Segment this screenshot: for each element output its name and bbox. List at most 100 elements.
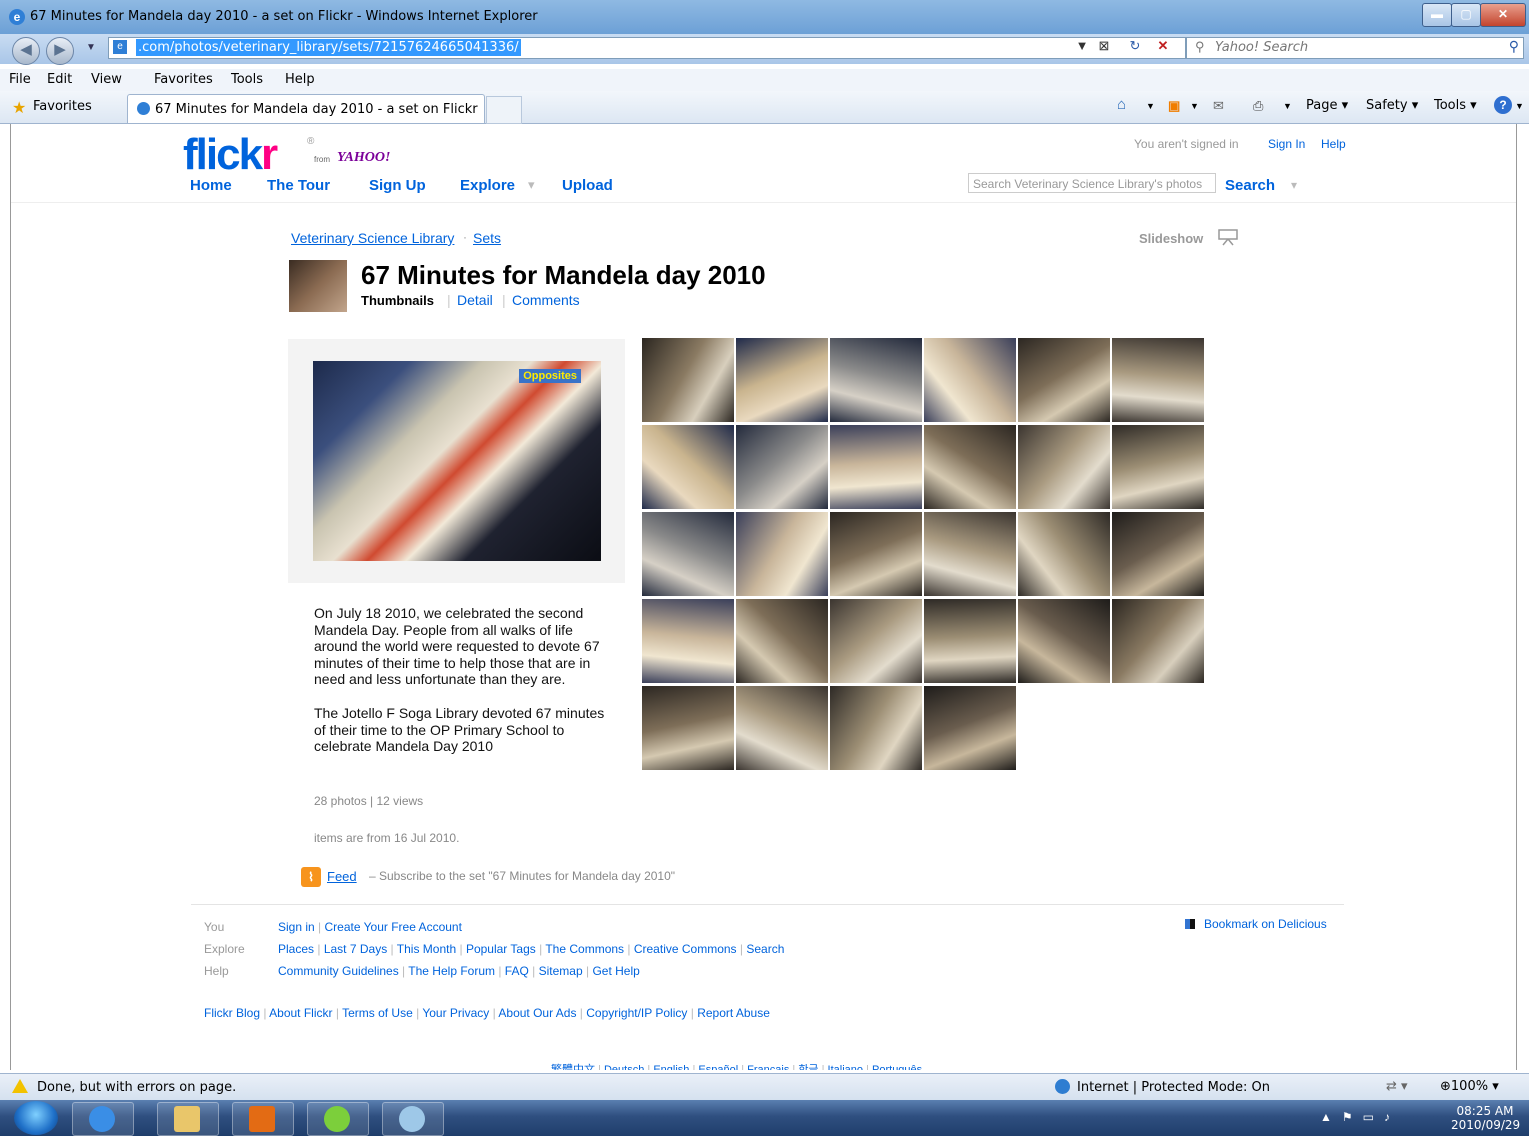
favorites-button[interactable]: Favorites (33, 99, 92, 114)
page-menu[interactable]: Page ▾ (1306, 98, 1348, 113)
photo-thumbnail[interactable] (736, 599, 828, 683)
photo-thumbnail[interactable] (830, 512, 922, 596)
read-mail-icon[interactable]: ✉ (1213, 98, 1224, 114)
footer-link[interactable]: Sign in (278, 920, 315, 934)
footer-link[interactable]: Get Help (592, 964, 639, 978)
rss-feed-icon[interactable]: ⌇ (301, 867, 321, 887)
footer-link[interactable]: Popular Tags (466, 942, 536, 956)
photo-thumbnail[interactable] (924, 686, 1016, 770)
breadcrumb-owner[interactable]: Veterinary Science Library (291, 230, 454, 246)
search-go-icon[interactable]: ⚲ (1509, 38, 1519, 55)
nav-the-tour[interactable]: The Tour (267, 177, 330, 194)
photo-thumbnail[interactable] (736, 686, 828, 770)
photo-thumbnail[interactable] (830, 338, 922, 422)
minimize-button[interactable]: ▬ (1422, 3, 1452, 27)
nav-upload[interactable]: Upload (562, 177, 613, 194)
favorites-star-icon[interactable]: ★ (12, 98, 26, 117)
footer-link[interactable]: Community Guidelines (278, 964, 399, 978)
footer-link[interactable]: The Commons (545, 942, 624, 956)
slideshow-link[interactable]: Slideshow (1139, 231, 1203, 246)
flickr-search-input[interactable]: Search Veterinary Science Library's phot… (968, 173, 1216, 193)
search-dropdown-icon[interactable]: ▾ (1291, 178, 1297, 192)
flickr-search-button[interactable]: Search (1225, 177, 1275, 194)
taskbar-ie-button[interactable] (72, 1102, 134, 1136)
photo-thumbnail[interactable] (642, 338, 734, 422)
security-zone[interactable]: Internet | Protected Mode: On (1077, 1080, 1270, 1095)
footer-link[interactable]: About Flickr (269, 1006, 332, 1020)
slideshow-icon[interactable] (1218, 228, 1238, 246)
breadcrumb-sets[interactable]: Sets (473, 230, 501, 246)
compatibility-view-icon[interactable]: ⊠ (1094, 36, 1114, 56)
photo-thumbnail[interactable] (642, 425, 734, 509)
photo-thumbnail[interactable] (1112, 512, 1204, 596)
close-button[interactable]: ✕ (1480, 3, 1526, 27)
home-icon[interactable]: ⌂ (1117, 96, 1126, 113)
photo-thumbnail[interactable] (1112, 425, 1204, 509)
tools-menu[interactable]: Tools ▾ (1434, 98, 1477, 113)
address-input[interactable]: e .com/photos/veterinary_library/sets/72… (108, 37, 1186, 59)
footer-link[interactable]: Español (698, 1064, 738, 1070)
zoom-level[interactable]: ⊕100% ▾ (1440, 1079, 1499, 1094)
menu-favorites[interactable]: Favorites (154, 72, 213, 87)
help-icon[interactable]: ? (1494, 96, 1512, 114)
photo-thumbnail[interactable] (924, 512, 1016, 596)
footer-link[interactable]: Report Abuse (697, 1006, 770, 1020)
footer-link[interactable]: Places (278, 942, 314, 956)
home-dropdown-icon[interactable]: ▼ (1146, 101, 1155, 111)
safety-menu[interactable]: Safety ▾ (1366, 98, 1418, 113)
footer-link[interactable]: About Our Ads (498, 1006, 576, 1020)
taskbar-explorer-button[interactable] (157, 1102, 219, 1136)
footer-link[interactable]: Search (746, 942, 784, 956)
print-dropdown-icon[interactable]: ▼ (1283, 101, 1292, 111)
tab-active[interactable]: 67 Minutes for Mandela day 2010 - a set … (127, 94, 485, 123)
taskbar-clock[interactable]: 08:25 AM 2010/09/29 (1451, 1104, 1520, 1132)
address-dropdown-icon[interactable]: ▼ (1072, 36, 1092, 56)
photo-thumbnail[interactable] (924, 425, 1016, 509)
address-url[interactable]: .com/photos/veterinary_library/sets/7215… (136, 39, 521, 56)
flickr-logo[interactable]: flickr (183, 130, 278, 180)
protected-mode-icon[interactable]: ⇄ ▾ (1386, 1079, 1408, 1094)
tab-thumbnails[interactable]: Thumbnails (361, 293, 434, 308)
forward-button[interactable]: ▶ (46, 37, 74, 65)
help-dropdown-icon[interactable]: ▼ (1515, 101, 1524, 111)
start-button[interactable] (14, 1101, 58, 1135)
photo-thumbnail[interactable] (642, 686, 734, 770)
footer-link[interactable]: Português (872, 1064, 922, 1070)
nav-sign-up[interactable]: Sign Up (369, 177, 426, 194)
footer-link[interactable]: 한글 (798, 1064, 818, 1070)
footer-link[interactable]: Your Privacy (422, 1006, 489, 1020)
refresh-icon[interactable]: ↻ (1125, 36, 1145, 56)
photo-thumbnail[interactable] (1018, 338, 1110, 422)
menu-view[interactable]: View (91, 72, 122, 87)
help-link[interactable]: Help (1321, 137, 1346, 151)
footer-link[interactable]: Français (747, 1064, 789, 1070)
footer-link[interactable]: Last 7 Days (324, 942, 387, 956)
bookmark-delicious-link[interactable]: Bookmark on Delicious (1204, 917, 1327, 931)
footer-link[interactable]: Sitemap (539, 964, 583, 978)
photo-thumbnail[interactable] (830, 686, 922, 770)
photo-thumbnail[interactable] (736, 338, 828, 422)
menu-file[interactable]: File (9, 72, 31, 87)
tab-comments[interactable]: Comments (512, 292, 580, 308)
explore-dropdown-icon[interactable]: ▾ (528, 177, 535, 193)
footer-link[interactable]: Flickr Blog (204, 1006, 260, 1020)
footer-link[interactable]: The Help Forum (408, 964, 495, 978)
photo-thumbnail[interactable] (1018, 512, 1110, 596)
stop-icon[interactable]: ✕ (1153, 36, 1173, 56)
footer-link[interactable]: Copyright/IP Policy (586, 1006, 687, 1020)
back-button[interactable]: ◀ (12, 37, 40, 65)
warning-icon[interactable] (12, 1079, 28, 1093)
system-tray-icons[interactable]: ▲ ⚑ ▭ ♪ (1320, 1110, 1390, 1124)
footer-link[interactable]: English (653, 1064, 689, 1070)
menu-help[interactable]: Help (285, 72, 315, 87)
footer-link[interactable]: Terms of Use (342, 1006, 413, 1020)
photo-thumbnail[interactable] (830, 425, 922, 509)
footer-link[interactable]: This Month (397, 942, 456, 956)
feed-link[interactable]: Feed (327, 869, 357, 884)
maximize-button[interactable]: ▢ (1451, 3, 1481, 27)
taskbar-globe-button[interactable] (382, 1102, 444, 1136)
photo-thumbnail[interactable] (1112, 338, 1204, 422)
menu-tools[interactable]: Tools (231, 72, 263, 87)
primary-photo[interactable]: Opposites (313, 361, 601, 561)
footer-link[interactable]: Italiano (828, 1064, 863, 1070)
